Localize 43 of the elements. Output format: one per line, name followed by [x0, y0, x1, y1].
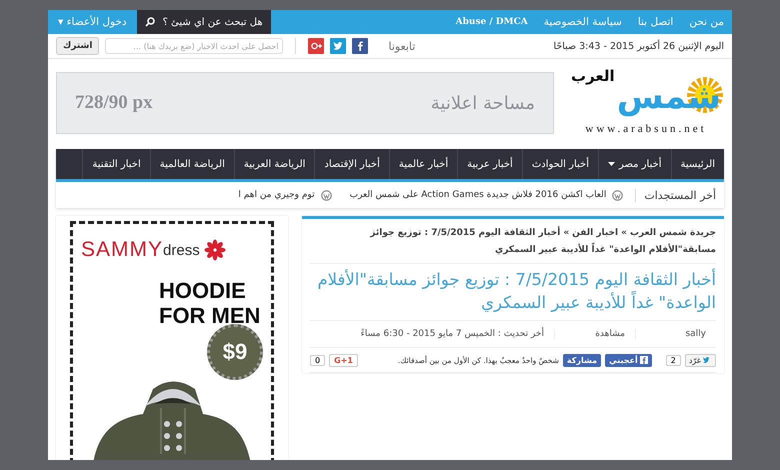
search-field[interactable]: هل تبحث عن اي شيئ ؟	[160, 16, 263, 28]
like-button[interactable]: أعجبني	[605, 354, 652, 366]
brand-text: SAMMY	[81, 238, 164, 262]
views-text: مشاهدة	[554, 329, 635, 339]
author-text: sally	[635, 329, 716, 339]
breadcrumb: جريدة شمس العرب » اخبار الفن » أخبار الثقافة اليوم 7/5/2015 : توزيع جوائز مسابقة"الأفلام الواعدة" غداً للأديبة عبير السمكري	[310, 225, 716, 264]
plus-count: 0	[310, 354, 326, 366]
subscribe-button[interactable]: اشترك	[56, 37, 100, 55]
wordpress-icon	[320, 190, 332, 200]
ticker-link[interactable]: توم وجيري من اهم ا	[238, 190, 315, 200]
date-text: اليوم الإثنين 26 أكتوبر 2015 - 3:43 صباحًا	[554, 40, 724, 52]
google-plus-icon[interactable]	[308, 38, 324, 54]
ticker-link[interactable]: العاب اكشن 2016 فلاش جديدة Action Games على شمس العرب	[350, 190, 606, 200]
follow-label: تابعونا	[388, 40, 416, 52]
google-plus-button[interactable]: G+1	[329, 354, 358, 366]
article-title: أخبار الثقافة اليوم 7/5/2015 : توزيع جوائز مسابقة"الأفلام الواعدة" غداً للأديبة عبير السمكري	[316, 268, 716, 314]
nav-item[interactable]: اخبار التقنية	[82, 149, 150, 179]
facebook-icon	[640, 356, 648, 364]
facebook-icon[interactable]	[352, 38, 368, 54]
search-bar[interactable]: هل تبحث عن اي شيئ ؟	[136, 10, 271, 34]
flower-icon	[204, 239, 226, 261]
nav-item[interactable]: أخبار الإقتصاد	[314, 149, 389, 179]
nav-item[interactable]: أخبار مصر	[598, 149, 671, 179]
twitter-icon[interactable]	[330, 38, 346, 54]
search-icon	[144, 17, 155, 27]
nav-item[interactable]: الرياضة العالمية	[150, 149, 234, 179]
nav-item[interactable]: الرئيسية	[670, 149, 724, 179]
nav-item[interactable]: أخبار الحوادث	[522, 149, 598, 179]
brand-suffix: dress	[163, 242, 200, 258]
share-button[interactable]: مشاركة	[562, 354, 602, 366]
tweet-button[interactable]: غرّد	[684, 354, 716, 366]
caret-icon	[608, 162, 615, 166]
tweet-count: 2	[666, 354, 681, 366]
newsletter-field[interactable]: احصل على احدث الاخبار (ضع بريدك هنا) ...	[105, 38, 284, 54]
ad-banner[interactable]: SAMMYdress HOODIE FOR MEN $9	[70, 221, 274, 460]
wordpress-icon	[612, 190, 624, 200]
bird-icon	[703, 356, 712, 364]
price-badge: $9	[207, 324, 263, 380]
ticker-label: أخر المستجدات	[635, 188, 724, 202]
updated-text: أخر تحديث : الخميس 7 مايو 2015 - 6:30 مساءً	[360, 329, 545, 339]
nav-item[interactable]: أخبار عربية	[457, 149, 522, 179]
nav-item[interactable]: أخبار عالمية	[388, 149, 458, 179]
nav-item[interactable]: الرياضة العربية	[234, 149, 314, 179]
